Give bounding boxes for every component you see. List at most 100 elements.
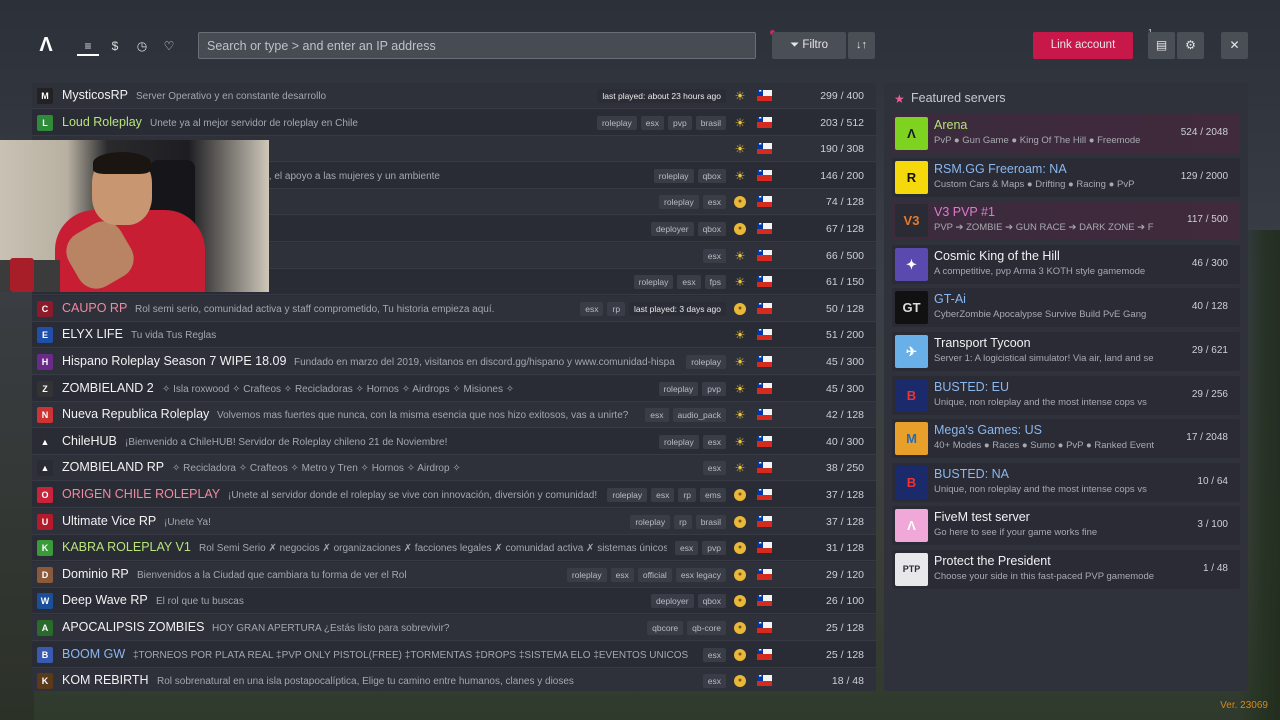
server-name: BOOM GW [62,646,126,661]
server-tag: roleplay [653,168,694,183]
featured-server-description: Custom Cars & Maps ● Drifting ● Racing ●… [934,178,1135,190]
server-row[interactable]: W Deep Wave RP El rol que tu buscas deploye… [32,588,876,615]
featured-server-description: PvP ● Gun Game ● King Of The Hill ● Free… [934,135,1141,146]
server-row[interactable]: L Loud Roleplay Únete ya al mejor servidor… [32,109,876,136]
server-row[interactable]: ▲ ChileHUB ¡Bienvenido a ChileHUB! Servido… [32,428,876,455]
featured-server-name: BUSTED: EU [934,379,1010,394]
server-name: ZOMBIELAND 2 [62,380,154,395]
server-description: Volvemos mas fuertes que nunca, con la m… [217,410,629,422]
server-tags: deployer qbox [650,594,726,609]
featured-server-name: V3 PVP #1 [934,205,995,220]
chile-flag-icon: ★ [757,196,772,208]
featured-server-description: Unique, non roleplay and the most intens… [934,483,1147,495]
featured-server-card[interactable]: PTP Protect the President Choose your side… [892,550,1240,589]
coin-boost-icon: ● [734,648,746,661]
server-row[interactable]: ▲ ZOMBIELAND RP ✧ Recicladora ✧ Crafteos ✧… [32,455,876,482]
server-row[interactable]: N Nueva Republica Roleplay Volvemos mas fu… [32,402,876,429]
server-tag: ems [699,488,726,502]
notifications-button[interactable]: ▤ [1148,32,1175,59]
link-account-button[interactable]: Link account [1033,32,1133,59]
chile-flag-icon: ★ [757,409,772,421]
featured-player-count: 40 / 128 [1191,301,1228,313]
nav-history-icon[interactable]: ◷ [131,36,153,56]
player-count: 38 / 250 [826,462,864,475]
server-tag: pvp [667,115,692,130]
sort-button[interactable]: ↓↑ [848,32,875,59]
server-row[interactable]: A APOCALIPSIS ZOMBIES HOY GRAN APERTURA ¿E… [32,615,876,641]
server-row[interactable]: O ORIGEN CHILE ROLEPLAY ¡Únete al servidor… [32,482,876,508]
server-row[interactable]: E ELYX LIFE Tu vida Tus Reglas ☀ ★ 51 / 200 [32,322,876,349]
server-row[interactable]: M MysticosRP Server Operativo y en constan… [32,83,876,109]
server-description: Server Operativo y en constante desarrol… [136,91,327,102]
server-tags: esx pvp [675,541,726,556]
server-row[interactable]: D Dominio RP Bienvenidos a la Ciudad que c… [32,561,876,588]
chile-flag-icon: ★ [757,462,772,474]
sun-boost-icon: ☀ [734,248,746,263]
featured-server-card[interactable]: M Mega's Games: US 40+ Modes ● Races ● Sum… [892,419,1240,459]
settings-button[interactable]: ⚙ [1177,32,1204,59]
featured-server-name: Transport Tycoon [934,336,1031,350]
featured-server-card[interactable]: GT GT-Ai CyberZombie Apocalypse Survive Bu… [892,288,1240,328]
coin-boost-icon: ● [734,622,746,634]
server-icon: E [37,327,53,344]
server-description: El rol que tu buscas [156,596,244,608]
server-tag: qbcore [647,621,684,635]
featured-server-name: Cosmic King of the Hill [934,248,1060,263]
server-icon: K [37,673,53,690]
featured-server-card[interactable]: Λ Arena PvP ● Gun Game ● King Of The Hill … [892,114,1240,153]
featured-server-card[interactable]: ✦ Cosmic King of the Hill A competitive, p… [892,244,1240,284]
nav-favorites-icon[interactable]: ♡ [158,36,180,56]
server-tag: roleplay [566,567,607,582]
server-name: ChileHUB [62,433,117,448]
close-button[interactable]: ✕ [1221,32,1248,59]
search-input[interactable] [198,32,756,59]
featured-server-icon: Λ [895,117,928,150]
featured-server-name: FiveM test server [934,510,1030,525]
featured-server-card[interactable]: R RSM.GG Freeroam: NA Custom Cars & Maps ●… [892,157,1240,197]
server-row[interactable]: C CAUPO RP Rol semi serio, comunidad activ… [32,295,876,322]
featured-server-description: Go here to see if your game works fine [934,527,1098,539]
server-icon: Z [37,380,53,397]
server-row[interactable]: K KABRA ROLEPLAY V1 Rol Semi Serio ✗ negoc… [32,535,876,562]
last-played-label: last played: 3 days ago [629,301,726,316]
player-count: 40 / 300 [826,435,864,448]
filter-button[interactable]: ⏷ Filtro [772,32,846,59]
server-row[interactable]: U Ultimate Vice RP ¡Unete Ya! roleplay rp bra… [32,508,876,535]
featured-server-description: A competitive, pvp Arma 3 KOTH style gam… [934,265,1146,277]
server-tags: roleplay esx official esx legacy [566,567,726,582]
server-row[interactable]: Z ZOMBIELAND 2 ✧ Isla roxwood ✧ Crafteos ✧… [32,375,876,402]
server-tag: esx [702,434,726,449]
chile-flag-icon: ★ [757,223,772,234]
nav-premium-icon[interactable]: $ [104,36,126,56]
server-tags: roleplay [686,355,726,369]
server-tag: roleplay [658,195,699,210]
sun-boost-icon: ☀ [734,355,746,369]
server-icon: M [37,88,53,104]
server-row[interactable]: K KOM REBIRTH Rol sobrenatural en una isla… [32,668,876,691]
featured-server-name: GT-Ai [934,292,966,307]
server-icon: B [37,646,53,663]
server-tags: roleplay rp brasil [630,514,726,529]
featured-server-card[interactable]: ✈ Transport Tycoon Server 1: A logicistica… [892,332,1240,371]
featured-server-card[interactable]: B BUSTED: EU Unique, non roleplay and the … [892,375,1240,415]
server-tags: deployer qbox [650,222,726,236]
featured-server-card[interactable]: V3 V3 PVP #1 PVP ➔ ZOMBIE ➔ GUN RACE ➔ DAR… [892,201,1240,241]
server-tags: roleplay esx [658,434,726,449]
server-tag: esx [677,275,701,290]
nav-servers-icon[interactable]: ≡ [77,36,99,56]
server-icon: H [37,354,53,370]
server-tags: roleplay esx rp ems [607,488,726,502]
chile-flag-icon: ★ [757,515,772,527]
version-label: Ver. 23069 [1220,700,1268,711]
featured-server-description: PVP ➔ ZOMBIE ➔ GUN RACE ➔ DARK ZONE ➔ FR [934,222,1154,234]
server-tag: roleplay [607,488,648,502]
server-row[interactable]: B BOOM GW ‡TORNEOS POR PLATA REAL ‡PVP ONL… [32,641,876,668]
player-count: 25 / 128 [826,622,864,634]
fivem-logo-icon[interactable]: Λ [36,34,56,56]
server-row[interactable]: H Hispano Roleplay Season 7 WIPE 18.09 Fun… [32,349,876,375]
featured-server-card[interactable]: B BUSTED: NA Unique, non roleplay and the … [892,462,1240,502]
webcam-can [10,258,34,292]
server-name: KABRA ROLEPLAY V1 [62,540,191,555]
server-tags: esx [702,647,726,662]
featured-server-card[interactable]: Λ FiveM test server Go here to see if your… [892,506,1240,546]
